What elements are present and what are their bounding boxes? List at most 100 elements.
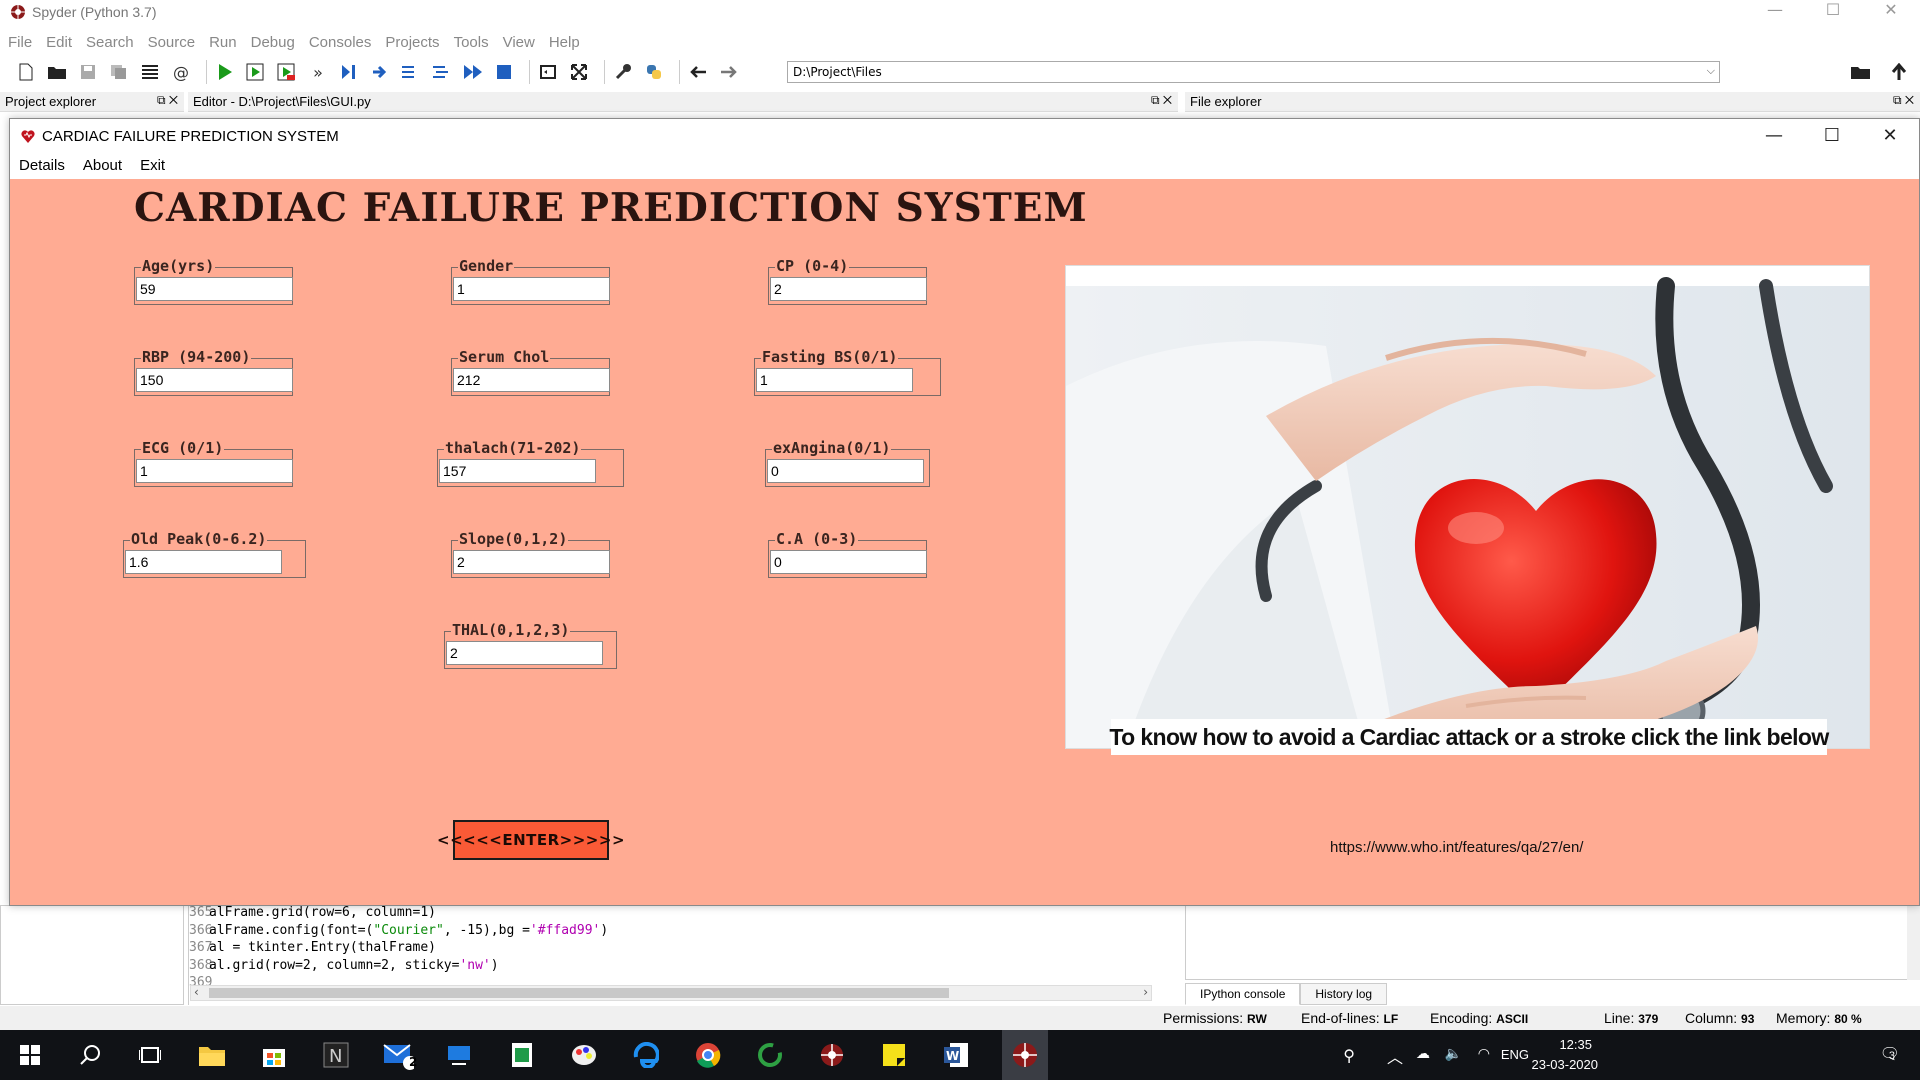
menu-details[interactable]: Details bbox=[19, 157, 65, 174]
sheets-icon[interactable] bbox=[506, 1039, 538, 1071]
menu-view[interactable]: View bbox=[503, 34, 535, 51]
thal-input[interactable] bbox=[446, 641, 603, 665]
wifi-icon[interactable]: ◠ bbox=[1478, 1045, 1490, 1062]
new-file-icon[interactable] bbox=[14, 60, 38, 84]
browse-folder-icon[interactable] bbox=[1849, 60, 1873, 84]
working-directory-input[interactable]: D:\Project\Files ⌵ bbox=[787, 61, 1720, 83]
wrench-icon[interactable] bbox=[611, 60, 635, 84]
rbp-input[interactable] bbox=[136, 368, 293, 392]
old-peak-input[interactable] bbox=[125, 550, 282, 574]
run-cell-advance-icon[interactable] bbox=[275, 60, 299, 84]
word-icon[interactable]: W bbox=[940, 1039, 972, 1071]
menu-exit[interactable]: Exit bbox=[140, 157, 165, 174]
age-input[interactable] bbox=[136, 277, 293, 301]
menu-about[interactable]: About bbox=[83, 157, 122, 174]
continue-icon[interactable] bbox=[461, 60, 485, 84]
app-close-button[interactable]: ✕ bbox=[1861, 119, 1919, 153]
who-link[interactable]: https://www.who.int/features/qa/27/en/ bbox=[1330, 839, 1583, 856]
maximize-pane-icon[interactable] bbox=[536, 60, 560, 84]
spyder-taskbar-icon[interactable] bbox=[816, 1039, 848, 1071]
step-into-icon[interactable] bbox=[399, 60, 423, 84]
clock-time[interactable]: 12:35 bbox=[1559, 1037, 1592, 1052]
paint-icon[interactable] bbox=[568, 1039, 600, 1071]
volume-icon[interactable]: 🔈 bbox=[1445, 1045, 1462, 1062]
forward-arrow-icon[interactable] bbox=[717, 60, 741, 84]
menu-projects[interactable]: Projects bbox=[385, 34, 439, 51]
menu-file[interactable]: File bbox=[8, 34, 32, 51]
menu-search[interactable]: Search bbox=[86, 34, 134, 51]
close-button[interactable]: ✕ bbox=[1862, 0, 1920, 24]
cp-frame: CP (0-4) bbox=[768, 257, 927, 305]
app-minimize-button[interactable]: — bbox=[1745, 119, 1803, 153]
store-icon[interactable] bbox=[258, 1039, 290, 1071]
stop-debug-icon[interactable] bbox=[492, 60, 516, 84]
edge-icon[interactable] bbox=[630, 1039, 662, 1071]
cloud-icon[interactable]: ☁ bbox=[1416, 1045, 1430, 1062]
code-line: 366alFrame.config(font=("Courier", -15),… bbox=[189, 923, 1154, 941]
line-status: Line: 379 bbox=[1604, 1010, 1659, 1026]
back-arrow-icon[interactable] bbox=[686, 60, 710, 84]
menu-run[interactable]: Run bbox=[209, 34, 237, 51]
fullscreen-icon[interactable] bbox=[567, 60, 591, 84]
run-icon[interactable] bbox=[213, 60, 237, 84]
parent-directory-icon[interactable] bbox=[1887, 60, 1911, 84]
enter-button[interactable]: <<<<<ENTER>>>>> bbox=[437, 820, 625, 860]
language-indicator[interactable]: ENG bbox=[1501, 1047, 1529, 1062]
gender-input[interactable] bbox=[453, 277, 610, 301]
chevron-up-icon[interactable]: ︿ bbox=[1387, 1044, 1403, 1068]
people-icon[interactable]: ⚲ bbox=[1343, 1046, 1355, 1066]
ecg-input[interactable] bbox=[136, 459, 293, 483]
scroll-right-icon[interactable]: › bbox=[1143, 985, 1148, 999]
pane-undock-close-icon[interactable]: ⧉ ✕ bbox=[1893, 93, 1914, 108]
tab-ipython-console[interactable]: IPython console bbox=[1185, 983, 1301, 1005]
menu-tools[interactable]: Tools bbox=[454, 34, 489, 51]
menu-edit[interactable]: Edit bbox=[46, 34, 72, 51]
console-vertical-scrollbar[interactable] bbox=[1907, 905, 1920, 980]
ca-input[interactable] bbox=[770, 550, 927, 574]
notion-icon[interactable]: N bbox=[320, 1039, 352, 1071]
remote-desktop-icon[interactable] bbox=[444, 1039, 476, 1071]
run-cell-icon[interactable] bbox=[244, 60, 268, 84]
refresh-app-icon[interactable] bbox=[754, 1039, 786, 1071]
slope-input[interactable] bbox=[453, 550, 610, 574]
python-path-icon[interactable] bbox=[642, 60, 666, 84]
tab-history-log[interactable]: History log bbox=[1300, 983, 1388, 1005]
cp-input[interactable] bbox=[770, 277, 927, 301]
menu-source[interactable]: Source bbox=[148, 34, 196, 51]
file-explorer-icon[interactable] bbox=[196, 1039, 228, 1071]
thalach-input[interactable] bbox=[439, 459, 596, 483]
pane-undock-close-icon[interactable]: ⧉ ✕ bbox=[157, 93, 178, 108]
fasting-bs-input[interactable] bbox=[756, 368, 913, 392]
chevron-down-icon[interactable]: ⌵ bbox=[1707, 64, 1715, 78]
pane-undock-close-icon[interactable]: ⧉ ✕ bbox=[1151, 93, 1172, 108]
debug-icon[interactable] bbox=[337, 60, 361, 84]
chrome-icon[interactable] bbox=[692, 1039, 724, 1071]
spyder-active-icon[interactable] bbox=[1002, 1030, 1048, 1080]
exangina-input[interactable] bbox=[767, 459, 924, 483]
save-all-icon[interactable] bbox=[107, 60, 131, 84]
menu-consoles[interactable]: Consoles bbox=[309, 34, 372, 51]
old-peak-label: Old Peak(0-6.2) bbox=[130, 530, 268, 548]
step-icon[interactable] bbox=[368, 60, 392, 84]
more-icon[interactable]: » bbox=[306, 60, 330, 84]
open-folder-icon[interactable] bbox=[45, 60, 69, 84]
step-return-icon[interactable] bbox=[430, 60, 454, 84]
task-view-icon[interactable] bbox=[134, 1039, 166, 1071]
menu-help[interactable]: Help bbox=[549, 34, 580, 51]
save-icon[interactable] bbox=[76, 60, 100, 84]
editor-horizontal-scrollbar[interactable]: ‹ › bbox=[190, 985, 1152, 1001]
sticky-notes-icon[interactable] bbox=[878, 1039, 910, 1071]
outline-icon[interactable] bbox=[138, 60, 162, 84]
scroll-left-icon[interactable]: ‹ bbox=[194, 985, 199, 999]
maximize-button[interactable]: ☐ bbox=[1804, 0, 1862, 24]
at-icon[interactable]: @ bbox=[169, 60, 193, 84]
minimize-button[interactable]: — bbox=[1746, 0, 1804, 24]
ipython-console-pane[interactable] bbox=[1185, 905, 1920, 980]
scrollbar-thumb[interactable] bbox=[209, 988, 949, 998]
windows-start-icon[interactable] bbox=[14, 1039, 46, 1071]
menu-debug[interactable]: Debug bbox=[251, 34, 295, 51]
search-icon[interactable] bbox=[74, 1039, 106, 1071]
clock-date[interactable]: 23-03-2020 bbox=[1532, 1057, 1599, 1072]
serum-chol-input[interactable] bbox=[453, 368, 610, 392]
app-maximize-button[interactable]: ☐ bbox=[1803, 119, 1861, 153]
